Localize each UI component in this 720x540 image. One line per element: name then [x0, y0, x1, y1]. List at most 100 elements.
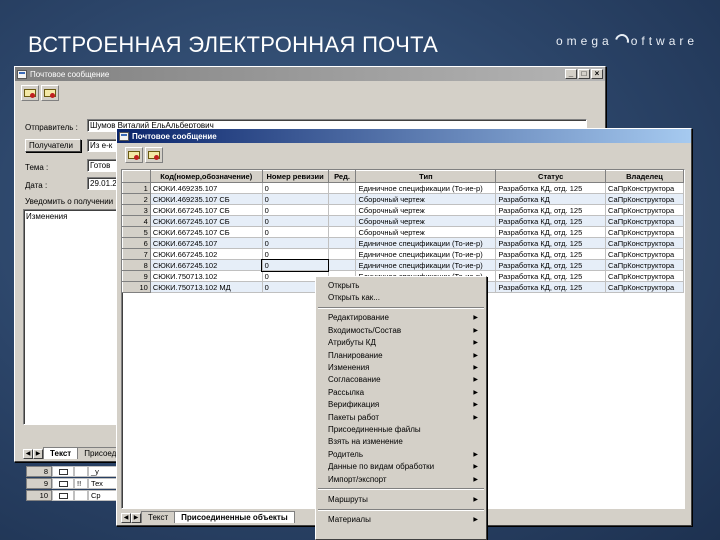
back-window-titlebar[interactable]: Почтовое сообщение _ □ × [15, 67, 605, 81]
subject-label: Тема : [25, 163, 49, 172]
menu-separator [316, 485, 486, 493]
date-label: Дата : [25, 181, 48, 190]
front-window-title: Почтовое сообщение [132, 131, 217, 141]
logo-text-left: omega [556, 34, 613, 48]
reply-button[interactable] [21, 85, 39, 101]
table-row[interactable]: 3 СЮКИ.667245.107 СБ 0 Сборочный чертеж … [122, 204, 684, 216]
list-item[interactable]: 9 !! Тех [26, 478, 128, 489]
reply-button[interactable] [125, 147, 143, 163]
column-header[interactable]: Статус [495, 170, 607, 183]
back-tabs: ◀ ▶ Текст Присоед [23, 447, 124, 459]
submenu-arrow-icon: ▶ [473, 451, 478, 458]
submenu-arrow-icon: ▶ [473, 352, 478, 359]
menu-item-changes[interactable]: Изменения ▶ [316, 361, 486, 373]
back-tab-text[interactable]: Текст [43, 447, 79, 459]
menu-item-attached-files[interactable]: Присоединенные файлы [316, 423, 486, 435]
minimize-button[interactable]: _ [565, 69, 577, 79]
menu-item-kd-attributes[interactable]: Атрибуты КД ▶ [316, 337, 486, 349]
submenu-arrow-icon: ▶ [473, 389, 478, 396]
menu-item-distribution[interactable]: Рассылка ▶ [316, 386, 486, 398]
slide-title: ВСТРОЕННАЯ ЭЛЕКТРОННАЯ ПОЧТА [28, 32, 439, 57]
mail-icon [58, 480, 68, 487]
message-body[interactable]: Изменения [23, 209, 117, 425]
table-row[interactable]: 2 СЮКИ.469235.107 СБ 0 Сборочный чертеж … [122, 193, 684, 205]
table-row[interactable]: 6 СЮКИ.667245.107 0 Единичное спецификац… [122, 237, 684, 249]
forward-button[interactable] [145, 147, 163, 163]
read-receipt-checkbox[interactable]: Уведомить о получении [25, 197, 117, 206]
table-row[interactable]: 8 СЮКИ.667245.102 0 Единичное спецификац… [122, 258, 684, 272]
menu-item-routes[interactable]: Маршруты ▶ [316, 493, 486, 505]
objects-table: Код(номер,обозначение) Номер ревизии Ред… [122, 170, 684, 293]
menu-item-open[interactable]: Открыть [316, 279, 486, 291]
front-toolbar [117, 143, 691, 167]
submenu-arrow-icon: ▶ [473, 496, 478, 503]
mail-icon [58, 468, 68, 475]
column-header[interactable]: Ред. [327, 170, 357, 183]
tab-text[interactable]: Текст [141, 511, 176, 523]
context-menu: Открыть Открыть как... Редактирование ▶ В… [315, 276, 487, 540]
submenu-arrow-icon: ▶ [473, 464, 478, 471]
close-button[interactable]: × [591, 69, 603, 79]
window-icon [119, 131, 129, 141]
menu-item-parent[interactable]: Родитель ▶ [316, 448, 486, 460]
table-header-row: Код(номер,обозначение) Номер ревизии Ред… [122, 170, 684, 183]
menu-item-import-export[interactable]: Импорт/экспорт ▶ [316, 473, 486, 485]
reply-envelope-icon [128, 151, 140, 160]
reply-envelope-icon [24, 89, 36, 98]
menu-separator [316, 304, 486, 312]
front-tabs: ◀ ▶ Текст Присоединенные объекты [121, 511, 295, 523]
menu-item-open-as[interactable]: Открыть как... [316, 291, 486, 303]
front-window-titlebar[interactable]: Почтовое сообщение [117, 129, 691, 143]
submenu-arrow-icon: ▶ [473, 402, 478, 409]
forward-button[interactable] [41, 85, 59, 101]
row-number-header [122, 170, 151, 183]
tab-scroll-left[interactable]: ◀ [121, 513, 131, 523]
tab-scroll-right[interactable]: ▶ [33, 449, 43, 459]
column-header[interactable]: Тип [355, 170, 497, 183]
column-header[interactable]: Владелец [605, 170, 684, 183]
menu-item-composition[interactable]: Входимость/Состав ▶ [316, 324, 486, 336]
submenu-arrow-icon: ▶ [473, 377, 478, 384]
back-toolbar [15, 81, 605, 105]
menu-item-processing-data[interactable]: Данные по видам обработки ▶ [316, 460, 486, 472]
forward-envelope-icon [44, 89, 56, 98]
table-row[interactable]: 1 СЮКИ.469235.107 0 Единичное спецификац… [122, 182, 684, 194]
logo-text-right: oftware [630, 34, 699, 48]
menu-separator [316, 506, 486, 514]
submenu-arrow-icon: ▶ [473, 327, 478, 334]
submenu-arrow-icon: ▶ [473, 365, 478, 372]
recipients-button[interactable]: Получатели [25, 139, 81, 152]
table-row[interactable]: 5 СЮКИ.667245.107 СБ 0 Сборочный чертеж … [122, 226, 684, 238]
tab-attached-objects[interactable]: Присоединенные объекты [174, 511, 295, 523]
back-window-title: Почтовое сообщение [30, 69, 110, 79]
message-body-text: Изменения [26, 212, 68, 221]
submenu-arrow-icon: ▶ [473, 340, 478, 347]
submenu-arrow-icon: ▶ [473, 414, 478, 421]
menu-item-check-out[interactable]: Взять на изменение [316, 436, 486, 448]
list-item[interactable]: 8 _у [26, 466, 128, 477]
menu-item-verification[interactable]: Верификация ▶ [316, 399, 486, 411]
maximize-button[interactable]: □ [578, 69, 590, 79]
mail-icon [58, 492, 68, 499]
submenu-arrow-icon: ▶ [473, 315, 478, 322]
table-row[interactable]: 4 СЮКИ.667245.107 СБ 0 Сборочный чертеж … [122, 215, 684, 227]
menu-item-work-packages[interactable]: Пакеты работ ▶ [316, 411, 486, 423]
company-logo: omega oftware [556, 31, 699, 51]
tab-scroll-left[interactable]: ◀ [23, 449, 33, 459]
column-header[interactable]: Номер ревизии [261, 170, 329, 183]
list-item[interactable]: 10 Ср [26, 490, 128, 501]
selected-cell[interactable]: 0 [261, 258, 330, 272]
menu-item-materials[interactable]: Материалы ▶ [316, 514, 486, 526]
submenu-arrow-icon: ▶ [473, 476, 478, 483]
sender-label: Отправитель : [25, 123, 78, 132]
submenu-arrow-icon: ▶ [473, 517, 478, 524]
window-icon [17, 69, 27, 79]
menu-item-planning[interactable]: Планирование ▶ [316, 349, 486, 361]
table-row[interactable]: 7 СЮКИ.667245.102 0 Единичное спецификац… [122, 248, 684, 260]
menu-item-approval[interactable]: Согласование ▶ [316, 374, 486, 386]
logo-swoosh-icon [612, 31, 632, 51]
tab-scroll-right[interactable]: ▶ [131, 513, 141, 523]
menu-item-editing[interactable]: Редактирование ▶ [316, 312, 486, 324]
forward-envelope-icon [148, 151, 160, 160]
column-header[interactable]: Код(номер,обозначение) [149, 170, 263, 183]
